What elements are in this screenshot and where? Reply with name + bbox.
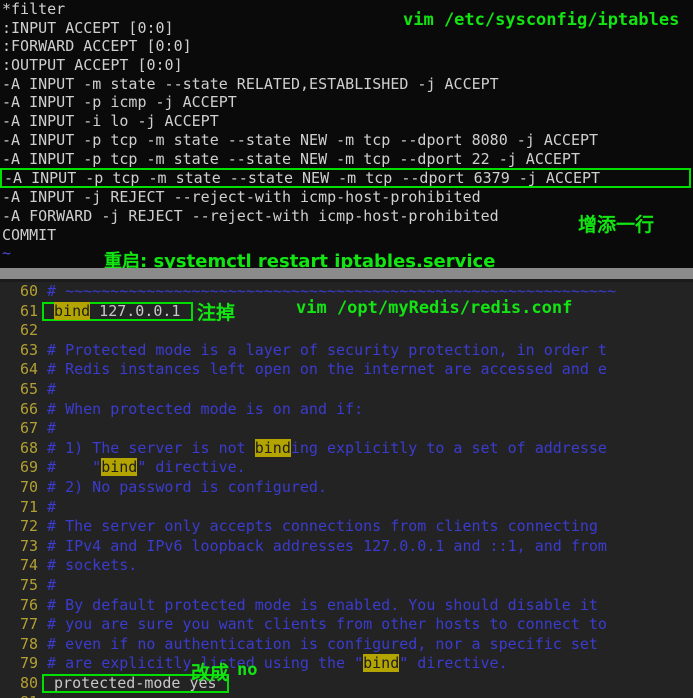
line-number: 76 — [19, 595, 38, 614]
iptables-rule-highlighted: -A INPUT -p tcp -m state --state NEW -m … — [0, 168, 691, 189]
redis-conf-terminal-pane: 60 # ~~~~~~~~~~~~~~~~~~~~~~~~~~~~~~~~~~~… — [0, 282, 693, 698]
annotation-comment-out: 注掉 — [197, 302, 236, 324]
iptables-code-line: -A INPUT -p icmp -j ACCEPT — [2, 93, 237, 112]
line-number: 74 — [19, 556, 38, 575]
comment-text: # — [38, 379, 57, 398]
line-number: 62 — [19, 321, 38, 340]
comment-text: # By default protected mode is enabled. … — [38, 595, 607, 614]
boxed-bind-directive: bind 127.0.0.1 — [42, 301, 193, 321]
annotation-vim-redis-conf: vim /opt/myRedis/redis.conf — [296, 298, 573, 318]
comment-text: # — [38, 419, 57, 438]
redis-conf-line: 68 # 1) The server is not binding explic… — [0, 438, 693, 459]
redis-conf-line: 73 # IPv4 and IPv6 loopback addresses 12… — [0, 537, 693, 557]
redis-conf-line: 77 # you are sure you want clients from … — [0, 615, 693, 635]
screenshot-root: *filter:INPUT ACCEPT [0:0]:FORWARD ACCEP… — [0, 0, 693, 698]
annotation-vim-iptables: vim /etc/sysconfig/iptables — [403, 10, 680, 30]
line-number: 81 — [0, 693, 38, 698]
redis-conf-line: 63 # Protected mode is a layer of securi… — [0, 341, 693, 361]
redis-conf-line: 76 # By default protected mode is enable… — [0, 596, 693, 616]
line-number: 64 — [19, 360, 38, 379]
iptables-code-line: -A INPUT -i lo -j ACCEPT — [2, 112, 219, 131]
search-match-highlight: bind — [54, 301, 91, 320]
iptables-code-line: -A INPUT -p tcp -m state --state NEW -m … — [2, 149, 580, 168]
line-number: 63 — [19, 340, 38, 359]
comment-text: # When protected mode is on and if: — [38, 399, 364, 418]
iptables-code-line: :OUTPUT ACCEPT [0:0] — [2, 56, 183, 75]
redis-conf-line: 64 # Redis instances left open on the in… — [0, 360, 693, 380]
annotation-add-one-line: 增添一行 — [578, 214, 655, 236]
redis-conf-line: 72 # The server only accepts connections… — [0, 517, 693, 537]
redis-conf-line: 80 protected-mode yes — [0, 673, 693, 694]
comment-text: # Protected mode is a layer of security … — [38, 340, 607, 359]
line-number: 67 — [19, 419, 38, 438]
comment-text: # "bind" directive. — [38, 458, 246, 477]
redis-conf-line: 67 # — [0, 419, 693, 439]
line-number: 78 — [19, 634, 38, 653]
iptables-code-line: -A INPUT -j REJECT --reject-with icmp-ho… — [2, 188, 481, 207]
comment-text: # 1) The server is not binding explicitl… — [38, 438, 607, 457]
redis-conf-line: 62 — [0, 321, 693, 341]
comment-text: # — [38, 575, 57, 594]
line-number: 77 — [19, 615, 38, 634]
comment-text: # even if no authentication is configure… — [38, 634, 607, 653]
line-number: 75 — [19, 575, 38, 594]
line-number: 73 — [19, 536, 38, 555]
line-number: 69 — [19, 458, 38, 477]
line-number: 65 — [19, 379, 38, 398]
line-number: 79 — [19, 654, 38, 673]
redis-conf-line: 65 # — [0, 380, 693, 400]
redis-conf-code-block: 60 # ~~~~~~~~~~~~~~~~~~~~~~~~~~~~~~~~~~~… — [0, 282, 693, 698]
redis-conf-line: 81 — [0, 693, 693, 698]
line-number: 66 — [19, 399, 38, 418]
comment-text: # you are sure you want clients from oth… — [38, 615, 607, 634]
iptables-code-line: -A INPUT -m state --state RELATED,ESTABL… — [2, 74, 499, 93]
redis-conf-line: 74 # sockets. — [0, 556, 693, 576]
comment-text: # 2) No password is configured. — [38, 477, 327, 496]
comment-text: # sockets. — [38, 556, 138, 575]
search-match-highlight: bind — [254, 438, 291, 457]
redis-conf-line: 79 # are explicitly listed using the "bi… — [0, 654, 693, 674]
comment-text: # Redis instances left open on the inter… — [38, 360, 607, 379]
redis-conf-line: 71 # — [0, 498, 693, 518]
iptables-code-line: :FORWARD ACCEPT [0:0] — [2, 37, 192, 56]
redis-conf-line: 69 # "bind" directive. — [0, 458, 693, 478]
redis-conf-line: 78 # even if no authentication is config… — [0, 635, 693, 655]
line-number: 68 — [19, 438, 38, 457]
redis-conf-line: 75 # — [0, 576, 693, 596]
line-number: 60 — [19, 282, 38, 300]
iptables-code-line: -A INPUT -p tcp -m state --state NEW -m … — [2, 130, 599, 149]
comment-text: # — [38, 497, 57, 516]
search-match-highlight: bind — [101, 458, 138, 477]
pane-separator — [0, 268, 693, 279]
comment-text: # IPv4 and IPv6 loopback addresses 127.0… — [38, 536, 607, 555]
redis-conf-line: 66 # When protected mode is on and if: — [0, 400, 693, 420]
redis-conf-line: 70 # 2) No password is configured. — [0, 478, 693, 498]
line-number: 61 — [19, 301, 38, 320]
comment-text: # The server only accepts connections fr… — [38, 517, 607, 536]
line-number: 80 — [19, 673, 38, 692]
annotation-change-value-no: no — [237, 660, 258, 680]
annotation-change-to: 改成 — [191, 662, 230, 684]
search-match-highlight: bind — [363, 654, 400, 673]
line-number: 71 — [19, 497, 38, 516]
comment-text: # are explicitly listed using the "bind"… — [38, 654, 508, 673]
line-number: 70 — [19, 477, 38, 496]
line-number: 72 — [19, 517, 38, 536]
